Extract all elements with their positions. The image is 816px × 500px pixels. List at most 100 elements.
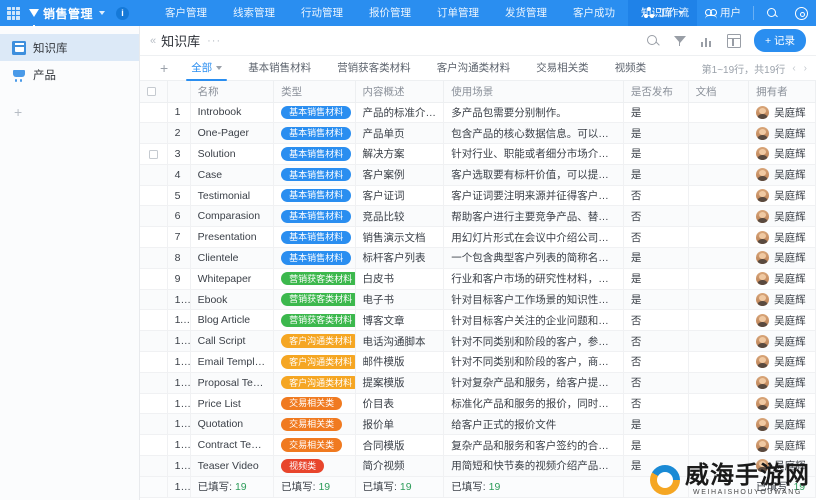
cell-scenario[interactable]: 行业和客户市场的研究性材料，通常篇幅较长... (443, 268, 624, 290)
cell-type[interactable]: 基本销售材料 (273, 247, 356, 269)
nav-item-7[interactable]: 客户成功 (560, 0, 628, 26)
table-row[interactable]: 2One-Pager 基本销售材料产品单页包含产品的核心数据信息。可以对应一个在线… (140, 122, 816, 145)
cell-published[interactable]: 是 (623, 247, 689, 269)
cell-type[interactable]: 基本销售材料 (273, 226, 356, 249)
nav-item-workflow[interactable]: 工作流 (635, 0, 698, 26)
table-row[interactable]: 9Whitepaper 营销获客类材料白皮书行业和客户市场的研究性材料，通常篇幅较… (140, 268, 816, 290)
row-checkbox-cell[interactable] (140, 372, 168, 394)
cell-name[interactable]: Presentation (190, 226, 275, 249)
tab-1[interactable]: 全部 (178, 56, 235, 81)
search-icon[interactable] (646, 34, 660, 48)
cell-type[interactable]: 营销获客类材料 (273, 289, 356, 311)
cell-owner[interactable]: 吴庭辉 (748, 268, 816, 290)
cell-type[interactable]: 营销获客类材料 (273, 309, 356, 332)
cell-type[interactable]: 视频类 (273, 455, 356, 477)
cell-document[interactable] (688, 393, 750, 415)
table-view-icon[interactable] (726, 33, 741, 48)
cell-document[interactable] (688, 455, 750, 477)
cell-name[interactable]: Solution (190, 143, 275, 165)
cell-owner[interactable]: 吴庭辉 (748, 413, 816, 436)
row-checkbox[interactable] (148, 149, 158, 159)
column-header-2[interactable]: 类型 (273, 81, 356, 103)
collapse-sidebar-icon[interactable]: « (150, 35, 156, 47)
tab-3[interactable]: 营销获客类材料 (324, 56, 424, 81)
tab-5[interactable]: 交易相关类 (523, 56, 602, 81)
cell-scenario[interactable]: 多产品包需要分别制作。 (443, 102, 624, 124)
column-header-3[interactable]: 内容概述 (355, 81, 445, 103)
row-checkbox-cell[interactable] (140, 205, 168, 228)
row-checkbox-cell[interactable] (140, 289, 168, 311)
cell-document[interactable] (688, 330, 750, 353)
cell-name[interactable]: Case (190, 164, 275, 186)
tab-2[interactable]: 基本销售材料 (235, 56, 324, 81)
cell-owner[interactable]: 吴庭辉 (748, 102, 816, 124)
cell-published[interactable]: 否 (623, 205, 689, 228)
nav-item-2[interactable]: 线索管理 (220, 0, 288, 26)
cell-scenario[interactable]: 针对不同类别和阶段的客户，商务邮件沟通的... (443, 351, 624, 373)
nav-item-6[interactable]: 发货管理 (492, 0, 560, 26)
column-header-4[interactable]: 使用场景 (443, 81, 624, 103)
row-checkbox-cell[interactable] (140, 164, 168, 186)
cell-scenario[interactable]: 客户证词要注明来源并征得客户的同一、文案... (443, 185, 624, 207)
cell-scenario[interactable]: 针对目标客户工作场景的知识性内容，通常是... (443, 289, 624, 311)
table-row[interactable]: 14Proposal Template 客户沟通类材料提案模版针对复杂产品和服务，… (140, 372, 816, 394)
cell-published[interactable]: 是 (623, 164, 689, 186)
cell-scenario[interactable]: 复杂产品和服务和客户签约的合同模板，包括... (443, 434, 624, 457)
cell-document[interactable] (688, 434, 750, 457)
cell-owner[interactable]: 吴庭辉 (748, 122, 816, 145)
cell-scenario[interactable]: 包含产品的核心数据信息。可以对应一个在线... (443, 122, 624, 145)
cell-scenario[interactable]: 用简短和快节奏的视频介绍产品的核心特色，... (443, 455, 624, 477)
cell-published[interactable]: 是 (623, 268, 689, 290)
cell-type[interactable]: 交易相关类 (273, 413, 356, 436)
row-checkbox-cell[interactable] (140, 102, 168, 124)
cell-type[interactable]: 客户沟通类材料 (273, 330, 356, 353)
summary-cell-4[interactable]: 已填写: 19 (443, 475, 624, 498)
cell-name[interactable]: Testimonial (190, 185, 275, 207)
info-badge[interactable]: i (116, 6, 130, 20)
add-tab-button[interactable]: + (150, 60, 178, 76)
cell-owner[interactable]: 吴庭辉 (748, 164, 816, 186)
row-checkbox-cell[interactable] (140, 434, 168, 457)
cell-published[interactable]: 是 (623, 434, 689, 457)
summary-cell-7[interactable]: 已填写: 19 (748, 475, 816, 498)
cell-owner[interactable]: 吴庭辉 (748, 185, 816, 207)
cell-scenario[interactable]: 给客户正式的报价文件 (443, 413, 624, 436)
filter-icon[interactable] (673, 34, 687, 48)
sidebar-add-button[interactable]: + (0, 98, 139, 125)
summary-cell-5[interactable] (623, 475, 689, 498)
cell-owner[interactable]: 吴庭辉 (748, 455, 816, 477)
cell-summary[interactable]: 提案模版 (355, 372, 445, 394)
app-grid-icon[interactable] (7, 6, 20, 20)
cell-scenario[interactable]: 一个包含典型客户列表的简称名称，展示公司... (443, 247, 624, 269)
table-row[interactable]: 7 Presentation 基本销售材料 销售演示文档 用幻灯片形式在会议中介绍公司和… (140, 226, 816, 249)
table-row[interactable]: 5Testimonial 基本销售材料客户证词客户证词要注明来源并征得客户的同一、… (140, 185, 816, 207)
cell-owner[interactable]: 吴庭辉 (748, 372, 816, 394)
cell-document[interactable] (688, 143, 750, 165)
table-row[interactable]: 8Clientele 基本销售材料标杆客户列表一个包含典型客户列表的简称名称，展示… (140, 247, 816, 269)
cell-published[interactable]: 是 (623, 102, 689, 124)
cell-scenario[interactable]: 标准化产品和服务的报价，同时供客户选... (443, 393, 624, 415)
page-more-menu-icon[interactable]: ··· (207, 35, 221, 47)
row-checkbox-cell[interactable] (140, 247, 168, 269)
cell-document[interactable] (688, 205, 750, 228)
sidebar-item-product[interactable]: 产品 (0, 61, 139, 88)
chart-icon[interactable] (700, 34, 714, 48)
column-header-1[interactable]: 名称 (190, 81, 275, 103)
cell-published[interactable]: 是 (623, 413, 689, 436)
cell-published[interactable]: 否 (623, 372, 689, 394)
cell-summary[interactable]: 客户案例 (355, 164, 445, 186)
cell-document[interactable] (688, 164, 750, 186)
nav-item-3[interactable]: 行动管理 (288, 0, 356, 26)
table-row[interactable]: 4Case 基本销售材料客户案例客户选取要有标杆价值，可以提示其他客户使...是 吴… (140, 164, 816, 186)
tab-6[interactable]: 视频类 (602, 56, 660, 81)
row-checkbox-cell[interactable] (140, 330, 168, 353)
row-checkbox-cell[interactable] (140, 455, 168, 477)
tab-4[interactable]: 客户沟通类材料 (424, 56, 524, 81)
cell-owner[interactable]: 吴庭辉 (748, 393, 816, 415)
cell-name[interactable]: Ebook (190, 289, 275, 311)
cell-type[interactable]: 基本销售材料 (273, 164, 356, 186)
cell-document[interactable] (688, 102, 750, 124)
table-row[interactable]: 1Introbook 基本销售材料产品的标准介绍手册多产品包需要分别制作。是 吴庭辉 (140, 102, 816, 124)
cell-document[interactable] (688, 413, 750, 436)
row-checkbox-cell[interactable] (140, 143, 168, 165)
